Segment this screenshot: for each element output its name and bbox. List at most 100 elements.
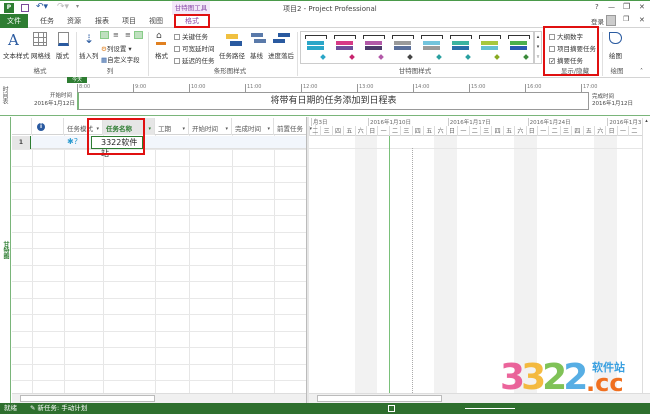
drawing-icon bbox=[609, 32, 622, 44]
day-label: 二 bbox=[388, 126, 400, 136]
custom-fields-button[interactable]: ▦自定义字段 bbox=[101, 54, 140, 64]
insert-column-button[interactable]: 插入列 bbox=[79, 50, 99, 60]
milestone-diamond-icon bbox=[349, 54, 355, 60]
help-button[interactable]: ? bbox=[595, 3, 599, 11]
week-label: 2016年1月31日 bbox=[607, 118, 642, 126]
gantt-style-option[interactable] bbox=[305, 35, 329, 61]
gallery-scroll[interactable]: ▴ ▾ ▿ bbox=[534, 31, 542, 64]
wrap-text-icon[interactable] bbox=[134, 31, 143, 39]
highlight-box bbox=[543, 26, 599, 76]
restore-button[interactable]: ❐ bbox=[623, 2, 630, 11]
timeline-tick: 16:00 bbox=[525, 84, 542, 92]
column-header-start[interactable]: 开始时间 ▾ bbox=[189, 118, 232, 135]
drawing-button[interactable]: 绘图 bbox=[609, 50, 622, 60]
new-tasks-mode[interactable]: ✎ 新任务: 手动计划 bbox=[30, 403, 87, 414]
table-row[interactable]: 1 ✱? 3322软件站 bbox=[12, 136, 306, 158]
critical-tasks-checkbox[interactable]: 关键任务 bbox=[174, 31, 208, 41]
insert-column-icon: ⇣ bbox=[84, 32, 95, 46]
row-id[interactable]: 1 bbox=[12, 136, 31, 149]
tab-view[interactable]: 视图 bbox=[145, 15, 167, 27]
minimize-button[interactable]: — bbox=[608, 3, 615, 11]
day-label: 五 bbox=[502, 126, 514, 136]
grid-row-line bbox=[12, 297, 306, 299]
style-top bbox=[450, 35, 472, 39]
bar-styles-group-label: 条形图样式 bbox=[213, 67, 247, 75]
scrollbar-thumb[interactable] bbox=[20, 395, 155, 402]
baseline-button[interactable]: 基线 bbox=[250, 50, 263, 60]
align-right-icon[interactable]: ≡ bbox=[125, 31, 131, 39]
grid-horizontal-scrollbar[interactable] bbox=[12, 393, 306, 403]
today-line bbox=[388, 136, 390, 393]
timeline-tick: 17:00 bbox=[581, 84, 598, 92]
grid-row-line bbox=[12, 215, 306, 216]
timeline-tick: 14:00 bbox=[413, 84, 430, 92]
task-path-button[interactable]: 任务路径 bbox=[219, 50, 245, 60]
vertical-scrollbar[interactable]: ▴ bbox=[642, 118, 650, 393]
task-grid bbox=[12, 118, 307, 393]
style-bar-a bbox=[365, 41, 382, 45]
style-top bbox=[305, 35, 327, 39]
gridlines-button[interactable]: 网格线 bbox=[31, 50, 51, 60]
grid-header: i 任务模式 ▾ 任务名称 ▾ 工期 ▾ 开始时间 ▾ 完成时间 ▾ 前置任务 ▾ bbox=[12, 118, 316, 135]
align-center-icon[interactable]: ≡ bbox=[113, 31, 119, 39]
checkbox[interactable] bbox=[174, 58, 180, 64]
scrollbar-thumb[interactable] bbox=[317, 395, 442, 402]
late-tasks-checkbox[interactable]: 延迟的任务 bbox=[174, 55, 215, 65]
gantt-style-option[interactable] bbox=[479, 35, 503, 61]
week-label: 2016年1月17日 bbox=[447, 118, 491, 126]
view-shortcut-icon[interactable] bbox=[388, 405, 395, 412]
gantt-style-option[interactable] bbox=[450, 35, 474, 61]
day-label: 二 bbox=[548, 126, 559, 136]
slippage-button[interactable]: 进度落后 bbox=[268, 50, 294, 60]
save-icon[interactable] bbox=[21, 4, 29, 12]
undo-icon[interactable]: ↶▾ bbox=[36, 2, 48, 12]
style-bar-a bbox=[394, 41, 411, 45]
tab-format[interactable]: 格式 bbox=[174, 14, 210, 28]
day-label: 三 bbox=[559, 126, 571, 136]
gantt-styles-group-label: 甘特图样式 bbox=[398, 67, 432, 75]
gantt-style-option[interactable] bbox=[363, 35, 387, 61]
milestone-diamond-icon bbox=[320, 54, 326, 60]
tab-task[interactable]: 任务 bbox=[36, 15, 58, 27]
column-settings-button[interactable]: ⚙列设置 ▾ bbox=[101, 43, 132, 53]
style-bar-b bbox=[336, 46, 353, 50]
gantt-style-option[interactable] bbox=[392, 35, 416, 61]
tab-report[interactable]: 报表 bbox=[91, 15, 113, 27]
tab-project[interactable]: 项目 bbox=[118, 15, 140, 27]
avatar[interactable] bbox=[606, 15, 616, 26]
customize-qat-icon[interactable]: ▾ bbox=[76, 3, 79, 10]
ribbon-restore-icon[interactable]: ❐ bbox=[623, 15, 629, 23]
columns-group-label: 列 bbox=[106, 67, 114, 75]
style-top bbox=[421, 35, 443, 39]
ribbon-close-icon[interactable]: ✕ bbox=[639, 16, 645, 24]
text-styles-button[interactable]: 文本样式 bbox=[3, 50, 29, 60]
format-bar-button[interactable]: 格式 bbox=[155, 50, 168, 60]
day-label: 四 bbox=[331, 126, 343, 136]
title-bar: P ↶▾ ↷▾ ▾ 甘特图工具 项目2 - Project Profession… bbox=[0, 0, 650, 15]
slack-checkbox[interactable]: 可宽延时间 bbox=[174, 43, 215, 53]
zoom-slider[interactable] bbox=[465, 408, 515, 409]
layout-button[interactable]: 版式 bbox=[56, 50, 69, 60]
tab-file[interactable]: 文件 bbox=[0, 14, 28, 28]
checkbox[interactable] bbox=[174, 34, 180, 40]
day-label: 六 bbox=[354, 126, 366, 136]
redo-icon[interactable]: ↷▾ bbox=[57, 2, 69, 12]
grid-row-line bbox=[12, 330, 306, 332]
info-column-header: i bbox=[32, 118, 64, 135]
gantt-style-option[interactable] bbox=[334, 35, 358, 61]
column-header-duration[interactable]: 工期 ▾ bbox=[155, 118, 189, 135]
login-link[interactable]: 登录 bbox=[591, 16, 604, 26]
timeline-bar[interactable]: 将带有日期的任务添加到日程表 bbox=[77, 92, 589, 110]
timeline-tick: 15:00 bbox=[469, 84, 486, 92]
checkbox[interactable] bbox=[174, 46, 180, 52]
column-header-finish[interactable]: 完成时间 ▾ bbox=[232, 118, 274, 135]
collapse-ribbon-icon[interactable]: ˄ bbox=[640, 68, 643, 75]
tab-resource[interactable]: 资源 bbox=[63, 15, 85, 27]
close-button[interactable]: ✕ bbox=[639, 3, 645, 11]
align-left-icon[interactable] bbox=[100, 31, 109, 39]
gantt-styles-gallery[interactable] bbox=[300, 31, 534, 64]
gantt-style-option[interactable] bbox=[508, 35, 532, 61]
day-label: 五 bbox=[423, 126, 434, 136]
style-top bbox=[508, 35, 530, 39]
gantt-style-option[interactable] bbox=[421, 35, 445, 61]
